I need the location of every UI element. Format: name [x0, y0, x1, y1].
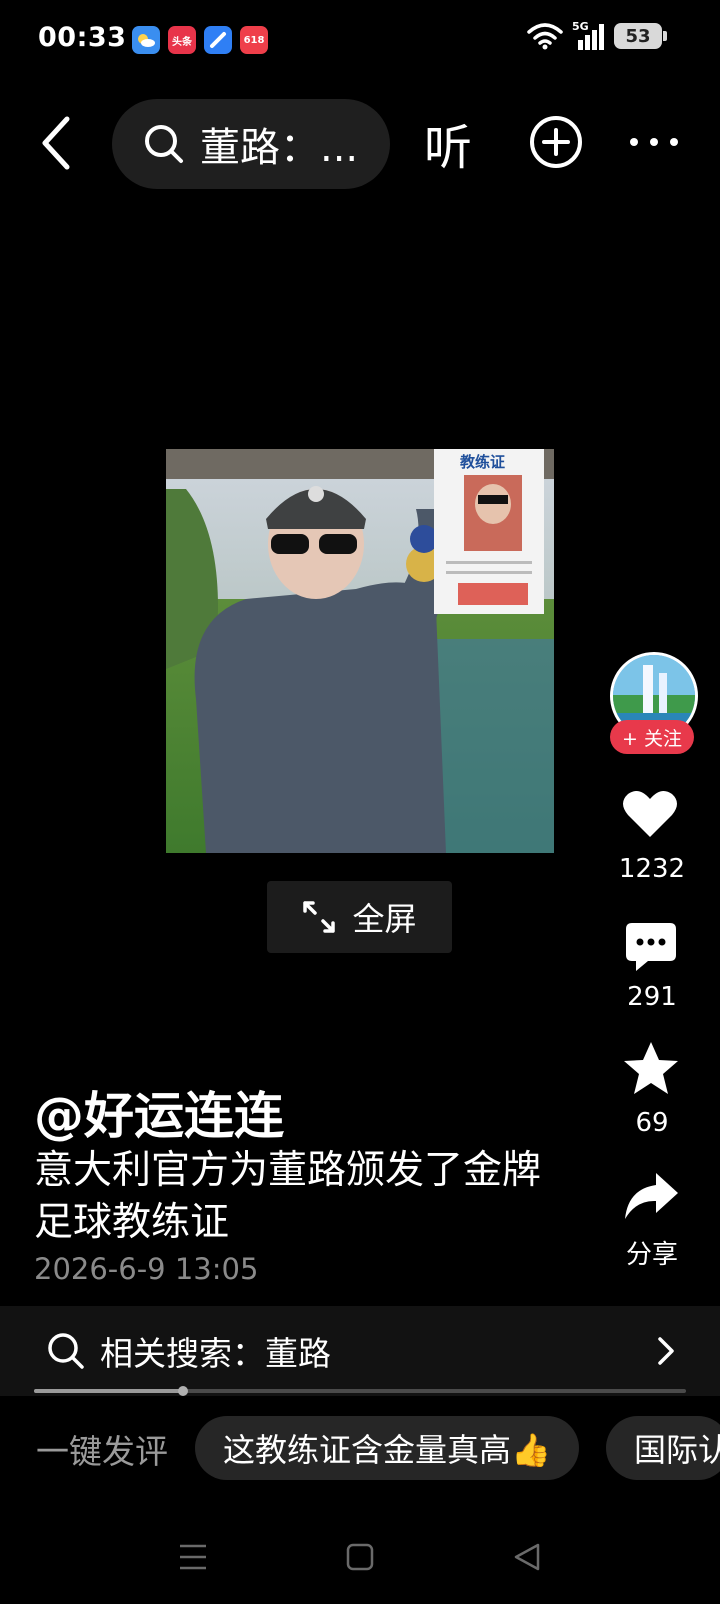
related-search-label: 相关搜索：董路	[100, 1334, 331, 1373]
toutiao-app-icon: 头条	[168, 26, 196, 54]
add-button[interactable]	[528, 114, 584, 170]
fullscreen-label: 全屏	[352, 900, 417, 938]
related-search-bar[interactable]: 相关搜索：董路	[0, 1306, 720, 1396]
quick-comment-chip[interactable]: 国际认	[606, 1416, 720, 1480]
menu-lines-icon	[180, 1544, 207, 1570]
chevron-left-icon	[42, 116, 70, 170]
share-button[interactable]	[622, 1170, 680, 1224]
author-name[interactable]: @好运连连	[34, 1076, 284, 1148]
search-icon	[145, 125, 183, 163]
search-query-text: 董路：...	[200, 125, 359, 171]
fullscreen-button[interactable]: 全屏	[267, 881, 452, 953]
battery-level: 53	[625, 25, 651, 47]
more-button[interactable]	[628, 126, 680, 158]
comment-count: 291	[627, 982, 677, 1012]
favorite-count: 69	[635, 1108, 669, 1138]
plus-circle-icon	[530, 116, 582, 168]
weather-app-icon	[132, 26, 160, 54]
listen-label: 听	[424, 120, 473, 176]
post-caption: 意大利官方为董路颁发了金牌足球教练证	[34, 1148, 542, 1245]
search-icon	[48, 1333, 84, 1369]
menu-nav-button[interactable]	[178, 1543, 208, 1571]
back-button[interactable]	[36, 112, 76, 174]
triangle-back-icon	[514, 1543, 539, 1571]
share-label: 分享	[625, 1240, 678, 1270]
system-nav-bar	[0, 1510, 720, 1604]
follow-button[interactable]: + 关注	[610, 720, 694, 754]
status-time: 00:33	[38, 22, 127, 53]
cellular-icon: 5G	[572, 20, 606, 50]
618-app-label: 618	[243, 34, 265, 46]
wifi-icon	[527, 23, 563, 50]
like-count: 1232	[618, 854, 686, 884]
quick-comment-label: 一键发评	[36, 1432, 168, 1471]
listen-button[interactable]: 听	[424, 108, 472, 178]
quick-comment-chip-text: 这教练证含金量真高👍	[223, 1431, 551, 1469]
post-date: 2026-6-9 13:05	[34, 1252, 259, 1286]
home-nav-button[interactable]	[345, 1542, 375, 1572]
quick-comment-chip-text: 国际认	[634, 1431, 720, 1469]
heart-icon	[623, 790, 677, 837]
status-app-icons: 头条 618	[132, 26, 268, 54]
like-button[interactable]	[622, 788, 678, 840]
quick-comment-chip[interactable]: 这教练证含金量真高👍	[195, 1416, 579, 1480]
search-bar[interactable]: 董路：...	[112, 99, 390, 189]
share-arrow-icon	[625, 1173, 678, 1219]
star-icon	[624, 1042, 678, 1094]
browser-app-icon	[204, 26, 232, 54]
comment-bubble-icon	[626, 923, 676, 971]
certificate-title: 教练证	[460, 453, 506, 471]
618-app-icon: 618	[240, 26, 268, 54]
toutiao-app-label: 头条	[172, 36, 192, 48]
battery-icon: 53	[614, 23, 667, 49]
video-frame-image	[166, 449, 554, 853]
back-nav-button[interactable]	[512, 1542, 542, 1572]
more-dots-icon	[630, 138, 678, 146]
video-player[interactable]: 教练证	[166, 449, 554, 853]
video-progress-fill	[34, 1389, 182, 1393]
video-progress-knob[interactable]	[178, 1386, 188, 1396]
status-indicators: 5G 53	[526, 20, 667, 50]
square-home-icon	[346, 1543, 374, 1571]
follow-label: + 关注	[622, 727, 682, 750]
chevron-right-icon	[658, 1337, 674, 1365]
expand-icon	[303, 901, 336, 933]
favorite-button[interactable]	[622, 1040, 680, 1096]
comment-button[interactable]	[624, 920, 678, 974]
